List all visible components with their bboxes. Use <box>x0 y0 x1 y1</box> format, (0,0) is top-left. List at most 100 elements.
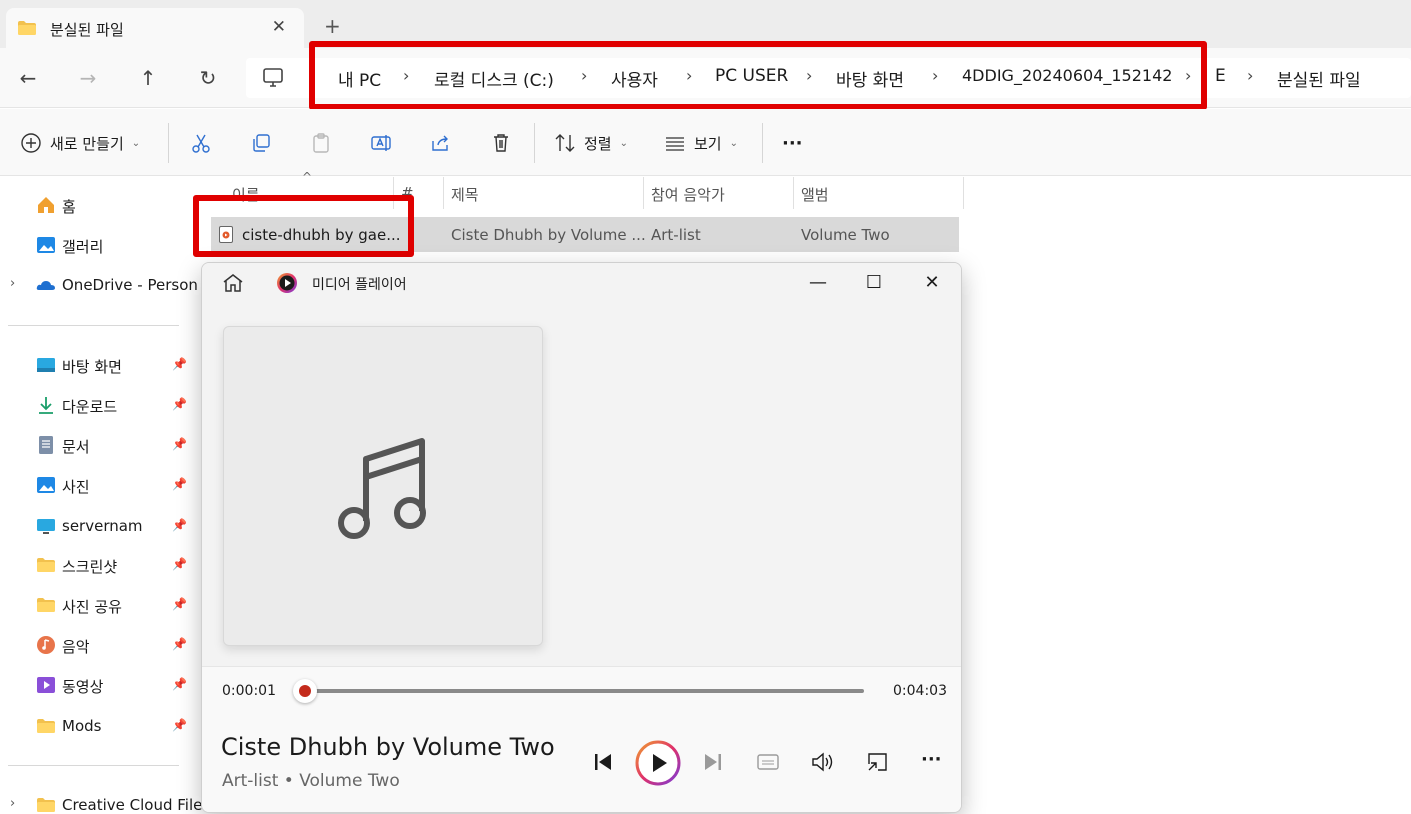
share-button[interactable] <box>430 131 452 155</box>
sidebar-item-documents[interactable]: 문서 📌 <box>0 430 191 460</box>
rename-icon <box>371 135 391 151</box>
cut-button[interactable] <box>190 131 212 155</box>
sidebar-item-shared-photos[interactable]: 사진 공유 📌 <box>0 590 191 620</box>
new-label: 새로 만들기 <box>50 134 124 153</box>
sort-label: 정렬 <box>584 134 612 153</box>
copy-button[interactable] <box>250 131 272 155</box>
column-header-artist[interactable]: 참여 음악가 <box>651 184 725 216</box>
more-icon: ··· <box>782 132 803 154</box>
sort-icon <box>555 134 575 152</box>
elapsed-time: 0:00:01 <box>222 683 276 699</box>
media-player-window: 미디어 플레이어 — ☐ ✕ 0:00:01 0:04:03 Ciste Dhu… <box>201 262 962 813</box>
seek-thumb[interactable] <box>293 679 318 703</box>
column-header-title[interactable]: 제목 <box>451 184 479 216</box>
previous-track-icon[interactable] <box>588 747 618 777</box>
monitor-icon <box>37 519 55 534</box>
sidebar-item-videos[interactable]: 동영상 📌 <box>0 670 191 700</box>
play-button[interactable] <box>635 740 681 786</box>
sidebar-item-onedrive[interactable]: › OneDrive - Person <box>0 270 198 300</box>
video-icon <box>37 677 55 693</box>
sidebar-item-label: Creative Cloud File <box>62 796 203 814</box>
file-album: Volume Two <box>801 226 890 244</box>
sidebar-item-desktop[interactable]: 바탕 화면 📌 <box>0 350 191 380</box>
highlight-box-file <box>193 195 414 257</box>
forward-button[interactable]: → <box>76 66 100 90</box>
new-tab-button[interactable]: + <box>324 16 341 36</box>
column-separator[interactable] <box>793 177 794 209</box>
sidebar-item-gallery[interactable]: 갤러리 <box>0 230 191 260</box>
tab-lost-files[interactable]: 분실된 파일 ✕ <box>6 8 304 48</box>
more-options-icon[interactable]: ··· <box>921 749 942 770</box>
sidebar-item-servernam[interactable]: servernam 📌 <box>0 511 191 541</box>
sidebar-item-pictures[interactable]: 사진 📌 <box>0 470 191 500</box>
breadcrumb-lost-files[interactable]: 분실된 파일 <box>1277 66 1361 91</box>
download-icon <box>39 397 53 414</box>
pin-icon: 📌 <box>172 557 187 571</box>
paste-button[interactable] <box>310 131 332 155</box>
scissors-icon <box>192 134 210 153</box>
command-bar: 새로 만들기 ⌄ 정렬 ⌄ 보기 ⌄ ··· <box>0 109 1411 176</box>
media-player-logo-icon <box>277 273 297 293</box>
back-button[interactable]: ← <box>16 66 40 90</box>
chevron-right-icon[interactable]: › <box>10 796 15 811</box>
chevron-down-icon: ⌄ <box>729 137 738 149</box>
next-track-icon[interactable] <box>698 747 728 777</box>
sidebar-item-music[interactable]: 음악 📌 <box>0 630 191 660</box>
more-options-button[interactable]: ··· <box>782 131 803 155</box>
volume-icon[interactable] <box>808 747 838 777</box>
breadcrumb-e[interactable]: E <box>1215 66 1226 86</box>
column-header-album[interactable]: 앨범 <box>801 184 829 216</box>
rename-button[interactable] <box>370 131 392 155</box>
home-icon[interactable] <box>222 273 244 293</box>
share-icon <box>432 135 448 151</box>
column-separator[interactable] <box>963 177 964 209</box>
sidebar-item-screenshots[interactable]: 스크린샷 📌 <box>0 550 191 580</box>
tab-title: 분실된 파일 <box>50 21 124 39</box>
playback-panel: 0:00:01 0:04:03 Ciste Dhubh by Volume Tw… <box>202 666 961 812</box>
new-button[interactable]: 새로 만들기 ⌄ <box>20 131 140 155</box>
sidebar-item-label: servernam <box>62 517 143 535</box>
sidebar-item-mods[interactable]: Mods 📌 <box>0 711 191 741</box>
maximize-button[interactable]: ☐ <box>862 271 886 295</box>
refresh-button[interactable]: ↻ <box>196 66 220 90</box>
folder-icon <box>37 598 55 612</box>
music-note-icon <box>338 438 426 539</box>
player-app-title: 미디어 플레이어 <box>312 277 407 293</box>
player-title-bar[interactable]: 미디어 플레이어 — ☐ ✕ <box>202 263 961 303</box>
file-title: Ciste Dhubh by Volume ... <box>451 226 646 244</box>
delete-button[interactable] <box>490 131 512 155</box>
breadcrumb-chevron-icon[interactable]: › <box>1247 66 1253 85</box>
sort-button[interactable]: 정렬 ⌄ <box>554 131 628 155</box>
column-separator[interactable] <box>443 177 444 209</box>
captions-icon[interactable] <box>753 747 783 777</box>
sort-ascending-icon: ^ <box>302 170 313 184</box>
chevron-right-icon[interactable]: › <box>10 276 15 291</box>
navigation-pane: 홈 갤러리 › OneDrive - Person 바탕 화면 📌 다운로드 📌… <box>0 177 202 814</box>
mini-player-icon[interactable] <box>863 747 893 777</box>
pin-icon: 📌 <box>172 637 187 651</box>
sidebar-item-downloads[interactable]: 다운로드 📌 <box>0 390 191 420</box>
sidebar-item-label: 갤러리 <box>62 238 104 256</box>
add-icon <box>21 133 41 153</box>
pin-icon: 📌 <box>172 718 187 732</box>
sidebar-item-home[interactable]: 홈 <box>0 190 191 220</box>
folder-icon <box>18 21 36 35</box>
close-tab-icon[interactable]: ✕ <box>272 17 286 37</box>
folder-icon <box>37 719 55 733</box>
column-separator[interactable] <box>643 177 644 209</box>
seek-bar[interactable] <box>303 689 864 693</box>
minimize-button[interactable]: — <box>806 271 830 295</box>
trash-icon <box>494 134 508 152</box>
chevron-down-icon: ⌄ <box>131 137 141 149</box>
desktop-icon <box>37 358 55 372</box>
song-artist-album: Art-list • Volume Two <box>222 771 400 791</box>
view-button[interactable]: 보기 ⌄ <box>664 131 738 155</box>
divider <box>534 123 535 163</box>
up-button[interactable]: ↑ <box>136 66 160 90</box>
sidebar-item-creative-cloud[interactable]: › Creative Cloud File <box>0 790 202 814</box>
close-button[interactable]: ✕ <box>920 271 944 295</box>
sidebar-item-label: 다운로드 <box>62 398 118 416</box>
sidebar-divider <box>8 325 179 326</box>
view-icon <box>666 137 684 151</box>
sidebar-divider <box>8 765 179 766</box>
